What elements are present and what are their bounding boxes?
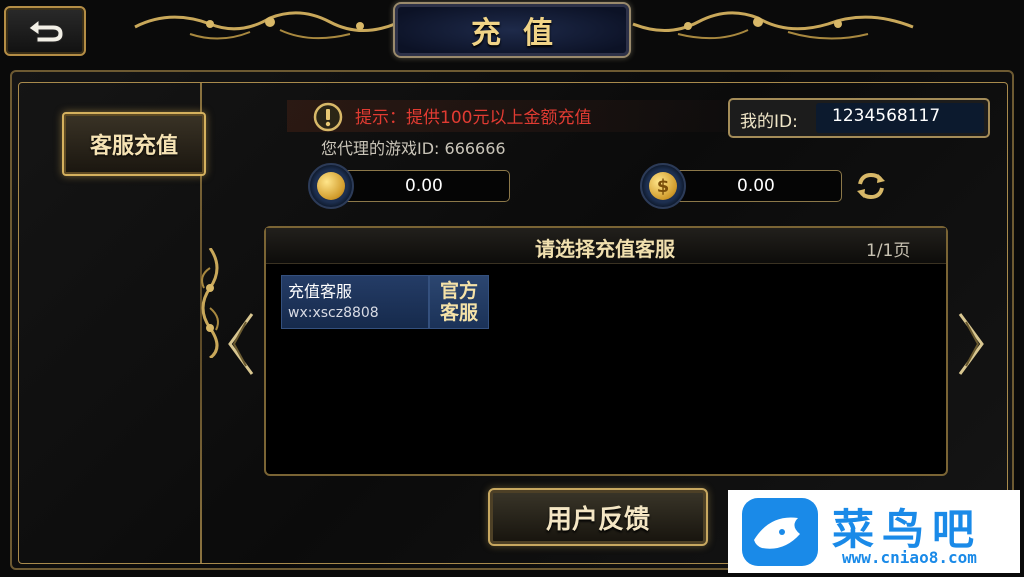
page-title: 充值 [471,16,575,51]
badge-line-2: 客服 [439,302,478,324]
official-service-badge[interactable]: 官方 客服 [429,275,489,329]
agent-game-id: 您代理的游戏ID: 666666 [321,139,506,158]
chevron-right-icon[interactable] [954,312,988,376]
gold-balance-value: 0.00 [405,176,443,196]
cash-balance-value: 0.00 [737,176,775,196]
tab-customer-service-recharge[interactable]: 客服充值 [62,112,206,176]
title-plate: 充值 [393,2,631,58]
tab-label: 客服充值 [89,133,178,159]
back-arrow-icon [28,18,64,43]
refresh-icon[interactable] [854,170,888,202]
watermark-url: www.cniao8.com [842,548,977,567]
warning-icon [313,102,343,132]
dollar-coin-icon: $ [649,172,677,200]
chevron-left-icon[interactable] [224,312,258,376]
user-feedback-label: 用户反馈 [545,504,650,535]
my-id-value: 1234568117 [832,106,941,126]
service-list-title: 请选择充值客服 [535,237,675,261]
gold-coin-icon [317,172,345,200]
service-wechat-id: wx:xscz8808 [288,305,379,321]
my-id-label: 我的ID: [740,112,798,132]
header-ornament-right [632,11,914,40]
service-name: 充值客服 [288,282,353,301]
back-button[interactable] [4,6,86,56]
bird-logo-icon [742,498,818,566]
header-ornament-left [134,11,396,40]
page-indicator: 1/1页 [866,241,911,261]
user-feedback-button[interactable]: 用户反馈 [488,488,708,546]
notice-text: 提示：提供100元以上金额充值 [355,108,592,128]
badge-line-1: 官方 [439,280,478,302]
